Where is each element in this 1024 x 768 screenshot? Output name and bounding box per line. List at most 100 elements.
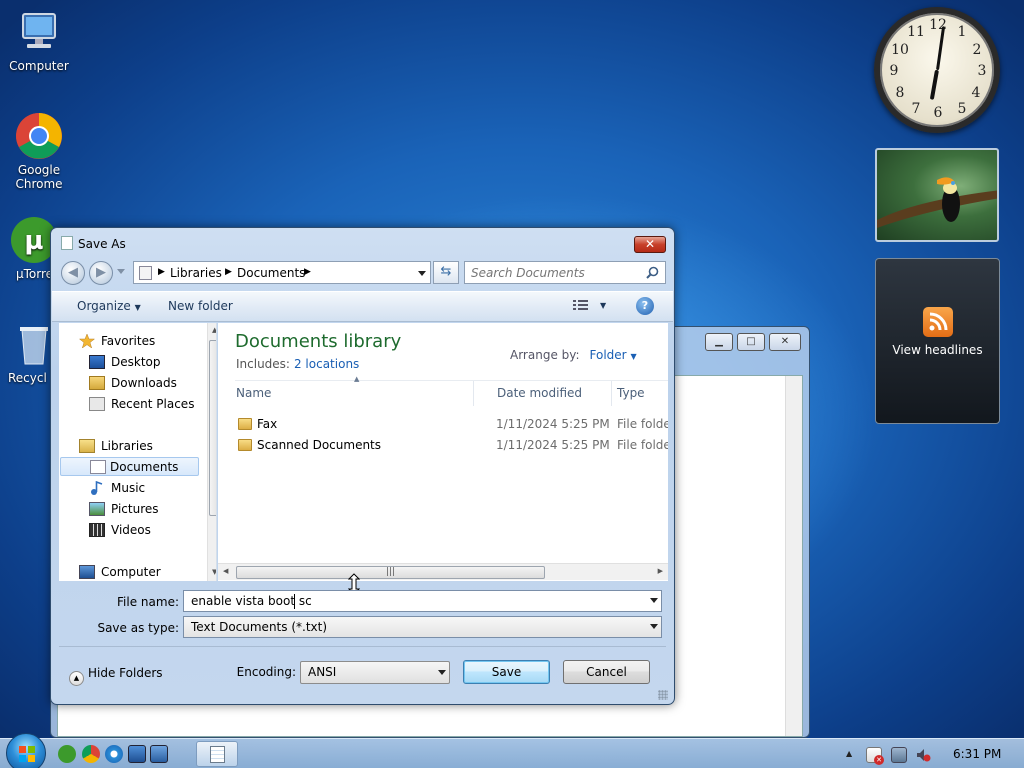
- save-as-type-value: Text Documents (*.txt): [191, 620, 328, 634]
- clock-gadget[interactable]: 12 1 2 3 4 5 6 7 8 9 10 11: [874, 7, 1000, 133]
- slideshow-gadget[interactable]: [875, 148, 999, 242]
- start-button[interactable]: [6, 733, 46, 768]
- search-box[interactable]: [464, 261, 666, 284]
- clock-number: 7: [911, 101, 921, 117]
- view-headlines-label[interactable]: View headlines: [876, 343, 999, 357]
- scroll-thumb[interactable]: |||: [236, 566, 545, 579]
- breadcrumb-arrow-icon[interactable]: ▶: [304, 267, 311, 277]
- file-list-horizontal-scrollbar[interactable]: ◀ ||| ▶: [218, 563, 668, 580]
- chevron-up-icon: ▲: [69, 671, 84, 686]
- address-bar[interactable]: ▶ Libraries ▶ Documents ▶: [133, 261, 431, 284]
- views-dropdown-icon[interactable]: ▼: [600, 301, 606, 310]
- column-header-date[interactable]: Date modified: [492, 381, 612, 406]
- internet-explorer-icon[interactable]: [105, 745, 123, 763]
- close-button[interactable]: ✕: [634, 236, 666, 253]
- new-folder-button[interactable]: New folder: [168, 299, 233, 313]
- file-type: File folder: [617, 438, 668, 452]
- text-caret: [294, 594, 295, 609]
- organize-button[interactable]: Organize ▼: [77, 299, 141, 313]
- clock-number: 9: [889, 63, 899, 79]
- utorrent-taskbar-icon[interactable]: [58, 745, 76, 763]
- nav-documents[interactable]: Documents: [60, 457, 199, 476]
- notepad-taskbar-button[interactable]: [196, 741, 238, 767]
- nav-music[interactable]: Music: [89, 479, 216, 498]
- minimize-button[interactable]: ▁: [705, 333, 733, 351]
- column-header-name[interactable]: Name: [218, 381, 474, 406]
- scroll-down-arrow-icon[interactable]: ▼: [212, 568, 216, 576]
- locations-link[interactable]: 2 locations: [294, 357, 359, 371]
- action-center-icon[interactable]: ✕: [866, 747, 884, 765]
- file-row[interactable]: Fax 1/11/2024 5:25 PM File folder: [218, 414, 668, 435]
- encoding-dropdown-icon[interactable]: [438, 670, 446, 675]
- file-name-dropdown-icon[interactable]: [650, 598, 658, 603]
- show-hidden-icons-button[interactable]: ▲: [846, 749, 852, 758]
- address-dropdown-icon[interactable]: [418, 271, 426, 276]
- feed-headlines-gadget[interactable]: View headlines: [875, 258, 1000, 424]
- desktop-icon-label: Computer: [9, 59, 69, 73]
- file-date: 1/11/2024 5:25 PM: [496, 417, 610, 431]
- file-row[interactable]: Scanned Documents 1/11/2024 5:25 PM File…: [218, 435, 668, 456]
- file-list-pane[interactable]: Documents library Includes: 2 locations A…: [218, 323, 668, 581]
- file-name-input[interactable]: enable vista boot sc: [183, 590, 662, 612]
- navigation-pane[interactable]: Favorites Desktop Downloads Recent Place…: [59, 323, 217, 581]
- nav-computer[interactable]: Computer: [79, 563, 216, 581]
- encoding-select[interactable]: ANSI: [300, 661, 450, 684]
- save-as-dialog[interactable]: Save As ✕ ◀ ▶ ▶ Libraries ▶ Documents ▶ …: [50, 227, 675, 705]
- separator: [59, 646, 666, 647]
- desktop-icon-computer[interactable]: Computer: [1, 8, 77, 73]
- scroll-right-arrow-icon[interactable]: ▶: [658, 567, 663, 575]
- nav-desktop[interactable]: Desktop: [89, 353, 216, 372]
- folder-icon: [238, 418, 252, 430]
- library-icon: [139, 266, 152, 280]
- clock-number: 10: [891, 42, 909, 58]
- desktop-icon-label: Google Chrome: [15, 163, 63, 191]
- hide-folders-button[interactable]: ▲ Hide Folders: [69, 666, 163, 686]
- desktop-icon-chrome[interactable]: Google Chrome: [1, 112, 77, 191]
- resize-grip-icon[interactable]: [658, 690, 668, 700]
- back-button[interactable]: ◀: [61, 261, 85, 285]
- nav-videos[interactable]: Videos: [89, 521, 216, 540]
- volume-icon[interactable]: [915, 747, 931, 763]
- help-icon[interactable]: ?: [636, 297, 654, 315]
- maximize-button[interactable]: □: [737, 333, 765, 351]
- scroll-up-arrow-icon[interactable]: ▲: [212, 326, 216, 334]
- network-icon[interactable]: [891, 747, 907, 763]
- save-as-type-dropdown-icon[interactable]: [650, 624, 658, 629]
- recent-pages-chevron-icon[interactable]: [117, 269, 125, 274]
- clock-time[interactable]: 6:31 PM: [953, 747, 1001, 761]
- library-title: Documents library: [235, 331, 402, 352]
- nav-favorites[interactable]: Favorites: [79, 332, 216, 351]
- notepad-scrollbar[interactable]: [785, 376, 802, 736]
- navigation-pane-scrollbar[interactable]: ▲ ▼: [207, 323, 216, 581]
- chrome-taskbar-icon[interactable]: [82, 745, 100, 763]
- nav-libraries[interactable]: Libraries: [79, 437, 216, 456]
- command-bar: Organize ▼ New folder ▼ ?: [52, 291, 673, 322]
- refresh-button[interactable]: ⇆: [433, 261, 459, 284]
- search-input[interactable]: [471, 263, 641, 283]
- cancel-button[interactable]: Cancel: [563, 660, 650, 684]
- breadcrumb-arrow-icon[interactable]: ▶: [158, 267, 165, 277]
- breadcrumb-libraries[interactable]: Libraries: [170, 266, 222, 280]
- encoding-value: ANSI: [308, 665, 337, 679]
- nav-downloads[interactable]: Downloads: [89, 374, 216, 393]
- arrange-by-dropdown[interactable]: Folder ▼: [590, 348, 637, 362]
- scroll-thumb[interactable]: [209, 340, 216, 516]
- save-as-type-select[interactable]: Text Documents (*.txt): [183, 616, 662, 638]
- search-icon[interactable]: [646, 266, 659, 282]
- show-desktop-icon[interactable]: [128, 745, 146, 763]
- breadcrumb-documents[interactable]: Documents: [237, 266, 305, 280]
- nav-recent-places[interactable]: Recent Places: [89, 395, 216, 414]
- forward-button[interactable]: ▶: [89, 261, 113, 285]
- clock-number: 12: [929, 17, 947, 33]
- views-button[interactable]: [573, 299, 589, 314]
- save-button[interactable]: Save: [463, 660, 550, 684]
- column-header-type[interactable]: Type: [612, 381, 668, 406]
- breadcrumb-arrow-icon[interactable]: ▶: [225, 267, 232, 277]
- nav-pictures[interactable]: Pictures: [89, 500, 216, 519]
- window-close-button[interactable]: ✕: [769, 333, 801, 351]
- computer-icon: [15, 8, 63, 56]
- switch-windows-icon[interactable]: [150, 745, 168, 763]
- scroll-left-arrow-icon[interactable]: ◀: [223, 567, 228, 575]
- dialog-title-bar[interactable]: Save As: [61, 234, 126, 256]
- videos-icon: [89, 523, 105, 537]
